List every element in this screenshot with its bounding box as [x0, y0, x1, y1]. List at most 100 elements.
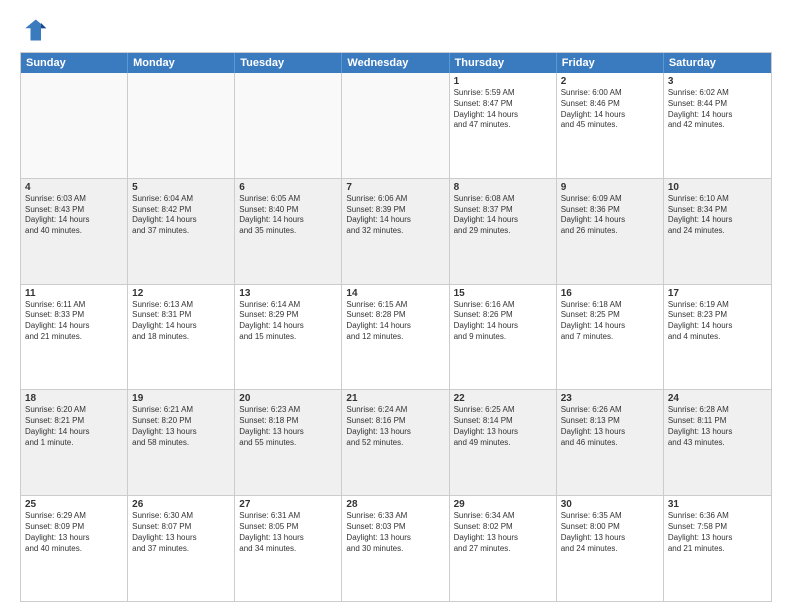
cell-line: Sunset: 8:11 PM: [668, 416, 767, 427]
day-number: 11: [25, 288, 123, 299]
calendar-header-cell: Tuesday: [235, 53, 342, 73]
cell-line: Sunset: 8:33 PM: [25, 310, 123, 321]
cell-line: Daylight: 14 hours: [454, 321, 552, 332]
cell-line: Daylight: 14 hours: [668, 215, 767, 226]
cell-line: Sunrise: 6:15 AM: [346, 300, 444, 311]
cell-line: Daylight: 14 hours: [454, 215, 552, 226]
cell-line: Sunrise: 6:18 AM: [561, 300, 659, 311]
header: [20, 16, 772, 44]
cell-line: Sunset: 8:21 PM: [25, 416, 123, 427]
cell-line: Daylight: 14 hours: [132, 321, 230, 332]
cell-line: and 26 minutes.: [561, 226, 659, 237]
cell-line: Sunset: 8:46 PM: [561, 99, 659, 110]
calendar-cell: 18Sunrise: 6:20 AMSunset: 8:21 PMDayligh…: [21, 390, 128, 495]
cell-line: Sunrise: 6:25 AM: [454, 405, 552, 416]
calendar-cell: 16Sunrise: 6:18 AMSunset: 8:25 PMDayligh…: [557, 285, 664, 390]
cell-line: Sunrise: 6:11 AM: [25, 300, 123, 311]
cell-line: Sunrise: 6:03 AM: [25, 194, 123, 205]
day-number: 21: [346, 393, 444, 404]
calendar-cell: 5Sunrise: 6:04 AMSunset: 8:42 PMDaylight…: [128, 179, 235, 284]
cell-line: Sunset: 8:02 PM: [454, 522, 552, 533]
cell-line: and 21 minutes.: [668, 544, 767, 555]
calendar-cell: 1Sunrise: 5:59 AMSunset: 8:47 PMDaylight…: [450, 73, 557, 178]
calendar-row: 18Sunrise: 6:20 AMSunset: 8:21 PMDayligh…: [21, 390, 771, 496]
calendar-cell: 17Sunrise: 6:19 AMSunset: 8:23 PMDayligh…: [664, 285, 771, 390]
cell-line: and 49 minutes.: [454, 438, 552, 449]
cell-line: Daylight: 13 hours: [668, 533, 767, 544]
cell-line: Sunset: 8:13 PM: [561, 416, 659, 427]
cell-line: Sunset: 8:20 PM: [132, 416, 230, 427]
logo-icon: [20, 16, 48, 44]
cell-line: Sunrise: 6:02 AM: [668, 88, 767, 99]
calendar-header-cell: Sunday: [21, 53, 128, 73]
cell-line: Daylight: 13 hours: [239, 427, 337, 438]
cell-line: Sunset: 8:47 PM: [454, 99, 552, 110]
day-number: 30: [561, 499, 659, 510]
cell-line: and 34 minutes.: [239, 544, 337, 555]
cell-line: and 9 minutes.: [454, 332, 552, 343]
cell-line: Daylight: 14 hours: [25, 427, 123, 438]
calendar-cell-empty: [128, 73, 235, 178]
cell-line: and 58 minutes.: [132, 438, 230, 449]
cell-line: Sunset: 8:16 PM: [346, 416, 444, 427]
day-number: 9: [561, 182, 659, 193]
day-number: 7: [346, 182, 444, 193]
cell-line: Daylight: 14 hours: [561, 215, 659, 226]
cell-line: Daylight: 13 hours: [454, 533, 552, 544]
calendar-cell: 4Sunrise: 6:03 AMSunset: 8:43 PMDaylight…: [21, 179, 128, 284]
calendar-cell: 19Sunrise: 6:21 AMSunset: 8:20 PMDayligh…: [128, 390, 235, 495]
cell-line: Daylight: 14 hours: [668, 321, 767, 332]
cell-line: and 37 minutes.: [132, 544, 230, 555]
cell-line: Daylight: 13 hours: [346, 533, 444, 544]
calendar-cell: 26Sunrise: 6:30 AMSunset: 8:07 PMDayligh…: [128, 496, 235, 601]
cell-line: Sunset: 8:23 PM: [668, 310, 767, 321]
cell-line: Sunset: 8:31 PM: [132, 310, 230, 321]
calendar-cell: 30Sunrise: 6:35 AMSunset: 8:00 PMDayligh…: [557, 496, 664, 601]
cell-line: Sunrise: 6:19 AM: [668, 300, 767, 311]
calendar-cell-empty: [235, 73, 342, 178]
calendar-header-cell: Saturday: [664, 53, 771, 73]
cell-line: and 46 minutes.: [561, 438, 659, 449]
cell-line: and 32 minutes.: [346, 226, 444, 237]
cell-line: Daylight: 14 hours: [346, 321, 444, 332]
cell-line: Sunset: 8:39 PM: [346, 205, 444, 216]
cell-line: and 52 minutes.: [346, 438, 444, 449]
cell-line: Daylight: 13 hours: [132, 533, 230, 544]
day-number: 6: [239, 182, 337, 193]
cell-line: and 43 minutes.: [668, 438, 767, 449]
cell-line: and 24 minutes.: [561, 544, 659, 555]
cell-line: Sunset: 8:28 PM: [346, 310, 444, 321]
cell-line: Sunset: 8:09 PM: [25, 522, 123, 533]
cell-line: Sunrise: 6:20 AM: [25, 405, 123, 416]
cell-line: Sunrise: 6:29 AM: [25, 511, 123, 522]
calendar: SundayMondayTuesdayWednesdayThursdayFrid…: [21, 53, 771, 601]
cell-line: Sunset: 8:29 PM: [239, 310, 337, 321]
day-number: 29: [454, 499, 552, 510]
cell-line: and 45 minutes.: [561, 120, 659, 131]
cell-line: Sunrise: 6:26 AM: [561, 405, 659, 416]
day-number: 28: [346, 499, 444, 510]
cell-line: Sunrise: 6:14 AM: [239, 300, 337, 311]
day-number: 25: [25, 499, 123, 510]
day-number: 20: [239, 393, 337, 404]
day-number: 13: [239, 288, 337, 299]
cell-line: Daylight: 13 hours: [239, 533, 337, 544]
cell-line: Daylight: 14 hours: [25, 321, 123, 332]
day-number: 18: [25, 393, 123, 404]
cell-line: Sunrise: 6:35 AM: [561, 511, 659, 522]
cell-line: and 15 minutes.: [239, 332, 337, 343]
calendar-row: 4Sunrise: 6:03 AMSunset: 8:43 PMDaylight…: [21, 179, 771, 285]
day-number: 2: [561, 76, 659, 87]
cell-line: and 24 minutes.: [668, 226, 767, 237]
cell-line: Sunset: 8:34 PM: [668, 205, 767, 216]
calendar-cell: 28Sunrise: 6:33 AMSunset: 8:03 PMDayligh…: [342, 496, 449, 601]
calendar-container: SundayMondayTuesdayWednesdayThursdayFrid…: [20, 52, 772, 602]
cell-line: Sunrise: 6:08 AM: [454, 194, 552, 205]
cell-line: Sunrise: 6:24 AM: [346, 405, 444, 416]
calendar-cell: 12Sunrise: 6:13 AMSunset: 8:31 PMDayligh…: [128, 285, 235, 390]
cell-line: Daylight: 14 hours: [25, 215, 123, 226]
cell-line: and 55 minutes.: [239, 438, 337, 449]
calendar-cell: 9Sunrise: 6:09 AMSunset: 8:36 PMDaylight…: [557, 179, 664, 284]
cell-line: and 4 minutes.: [668, 332, 767, 343]
cell-line: and 40 minutes.: [25, 544, 123, 555]
